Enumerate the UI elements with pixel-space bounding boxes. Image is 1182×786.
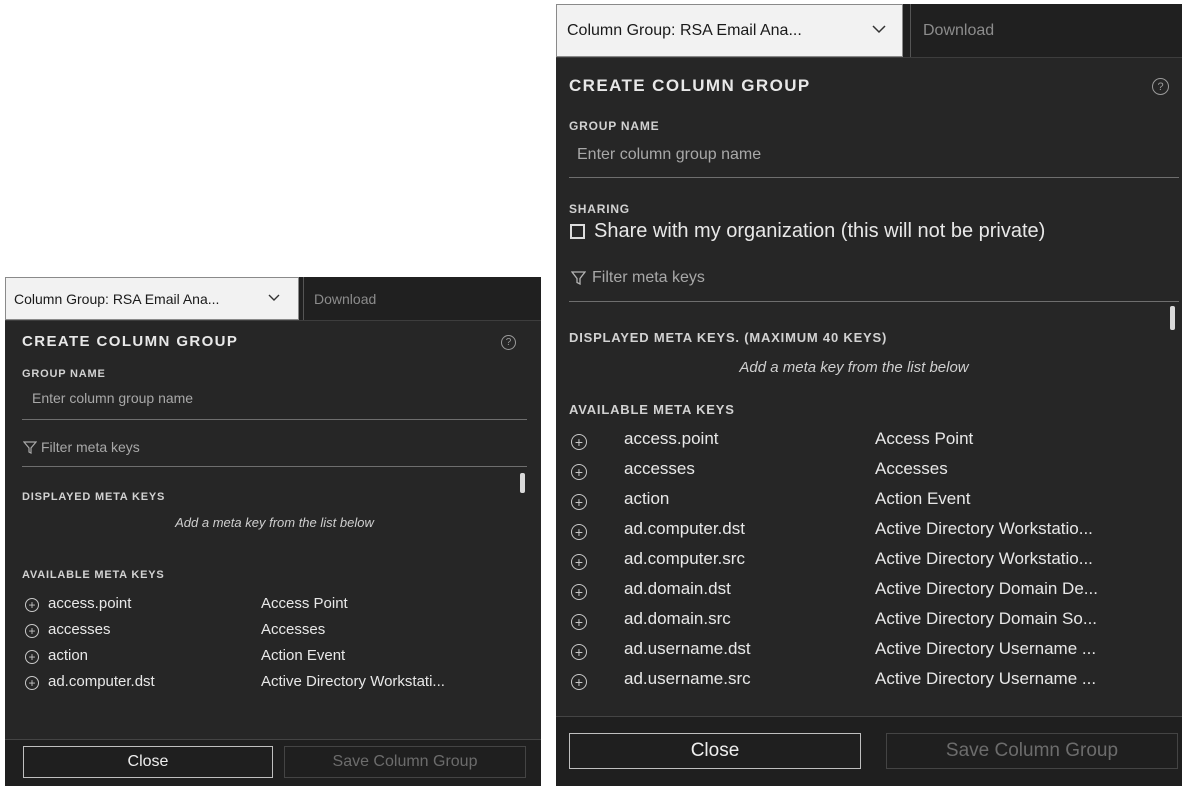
meta-key-display-name: Active Directory Workstatio... xyxy=(875,519,1093,538)
meta-key-name: action xyxy=(48,647,89,664)
filter-meta-keys-input[interactable]: Filter meta keys xyxy=(592,269,705,287)
add-circle-icon[interactable]: + xyxy=(571,554,587,570)
add-circle-icon[interactable]: + xyxy=(571,494,587,510)
checkbox-icon[interactable] xyxy=(570,224,585,239)
filter-icon xyxy=(571,271,586,285)
group-name-label: GROUP NAME xyxy=(22,368,106,380)
scrollbar-thumb[interactable] xyxy=(1170,306,1175,330)
chevron-down-icon xyxy=(268,294,280,301)
add-circle-icon[interactable]: + xyxy=(571,584,587,600)
add-circle-icon[interactable]: + xyxy=(25,650,39,664)
help-icon[interactable]: ? xyxy=(501,335,516,350)
meta-key-row[interactable]: + access.point Access Point xyxy=(556,429,1182,459)
meta-key-display-name: Active Directory Domain So... xyxy=(875,609,1098,628)
group-name-input[interactable]: Enter column group name xyxy=(577,146,761,164)
meta-key-name: accesses xyxy=(624,459,695,478)
meta-key-name: ad.computer.src xyxy=(624,549,745,568)
meta-key-display-name: Action Event xyxy=(261,647,346,664)
meta-key-display-name: Active Directory Domain De... xyxy=(875,579,1098,598)
meta-key-display-name: Accesses xyxy=(261,621,326,638)
meta-key-display-name: Active Directory Workstati... xyxy=(261,673,445,690)
meta-key-row[interactable]: + ad.username.src Active Directory Usernam… xyxy=(556,669,1182,699)
filter-underline xyxy=(22,466,527,467)
meta-key-name: accesses xyxy=(48,621,111,638)
add-circle-icon[interactable]: + xyxy=(25,676,39,690)
dialog-footer: Close Save Column Group xyxy=(5,739,541,786)
meta-key-name: ad.domain.src xyxy=(624,609,731,628)
download-menu[interactable]: Download xyxy=(303,277,541,320)
meta-key-display-name: Accesses xyxy=(875,459,948,478)
meta-key-row[interactable]: + ad.computer.dst Active Directory Worksta… xyxy=(556,519,1182,549)
meta-key-row[interactable]: + action Action Event xyxy=(5,647,541,673)
displayed-meta-keys-hint: Add a meta key from the list below xyxy=(739,359,969,376)
column-group-select[interactable]: Column Group: RSA Email Ana... xyxy=(5,277,299,320)
meta-key-row[interactable]: + access.point Access Point xyxy=(5,595,541,621)
close-button[interactable]: Close xyxy=(23,746,273,778)
meta-key-row[interactable]: + ad.domain.dst Active Directory Domain De… xyxy=(556,579,1182,609)
meta-key-name: access.point xyxy=(48,595,132,612)
dialog-footer: Close Save Column Group xyxy=(556,716,1182,786)
save-column-group-button[interactable]: Save Column Group xyxy=(886,733,1178,769)
filter-meta-keys-input[interactable]: Filter meta keys xyxy=(41,439,140,455)
displayed-meta-keys-hint: Add a meta key from the list below xyxy=(175,515,374,530)
sharing-label: SHARING xyxy=(569,202,630,216)
group-name-underline xyxy=(22,419,527,420)
chevron-down-icon xyxy=(872,25,886,34)
displayed-meta-keys-label: DISPLAYED META KEYS. (MAXIMUM 40 KEYS) xyxy=(569,330,888,345)
add-circle-icon[interactable]: + xyxy=(571,524,587,540)
add-circle-icon[interactable]: + xyxy=(571,434,587,450)
help-icon[interactable]: ? xyxy=(1152,78,1169,95)
meta-key-name: ad.username.src xyxy=(624,669,751,688)
meta-key-name: ad.domain.dst xyxy=(624,579,731,598)
meta-key-name: ad.computer.dst xyxy=(624,519,745,538)
scrollbar-thumb[interactable] xyxy=(520,473,525,493)
meta-key-display-name: Active Directory Username ... xyxy=(875,669,1097,688)
meta-key-name: ad.computer.dst xyxy=(48,673,155,690)
dialog-title: CREATE COLUMN GROUP xyxy=(569,76,811,95)
meta-key-row[interactable]: + ad.computer.dst Active Directory Worksta… xyxy=(5,673,541,699)
add-circle-icon[interactable]: + xyxy=(25,624,39,638)
group-name-label: GROUP NAME xyxy=(569,119,660,133)
add-circle-icon[interactable]: + xyxy=(571,614,587,630)
group-name-underline xyxy=(569,177,1179,178)
share-with-organization-label[interactable]: Share with my organization (this will no… xyxy=(594,220,1045,243)
meta-key-row[interactable]: + accesses Accesses xyxy=(5,621,541,647)
download-label: Download xyxy=(314,290,377,307)
create-column-group-panel-expanded: Column Group: RSA Email Ana... Download … xyxy=(556,4,1182,786)
meta-key-row[interactable]: + action Action Event xyxy=(556,489,1182,519)
meta-key-display-name: Access Point xyxy=(875,429,974,448)
meta-key-display-name: Active Directory Workstatio... xyxy=(875,549,1093,568)
displayed-meta-keys-label: DISPLAYED META KEYS xyxy=(22,491,166,503)
create-column-group-panel-compact: Column Group: RSA Email Ana... Download … xyxy=(5,277,541,786)
meta-key-display-name: Action Event xyxy=(875,489,971,508)
add-circle-icon[interactable]: + xyxy=(571,464,587,480)
add-circle-icon[interactable]: + xyxy=(25,598,39,612)
download-menu[interactable]: Download xyxy=(910,4,1182,57)
meta-key-name: ad.username.dst xyxy=(624,639,751,658)
column-group-select[interactable]: Column Group: RSA Email Ana... xyxy=(556,4,903,57)
meta-key-name: access.point xyxy=(624,429,719,448)
filter-icon xyxy=(23,441,37,454)
meta-key-display-name: Active Directory Username ... xyxy=(875,639,1097,658)
add-circle-icon[interactable]: + xyxy=(571,674,587,690)
group-name-input[interactable]: Enter column group name xyxy=(32,390,193,406)
column-group-select-label: Column Group: RSA Email Ana... xyxy=(14,290,220,307)
available-meta-keys-label: AVAILABLE META KEYS xyxy=(569,402,735,417)
meta-key-row[interactable]: + ad.domain.src Active Directory Domain So… xyxy=(556,609,1182,639)
column-group-select-label: Column Group: RSA Email Ana... xyxy=(567,21,802,39)
meta-key-row[interactable]: + ad.computer.src Active Directory Worksta… xyxy=(556,549,1182,579)
add-circle-icon[interactable]: + xyxy=(571,644,587,660)
close-button[interactable]: Close xyxy=(569,733,861,769)
meta-key-display-name: Access Point xyxy=(261,595,348,612)
toolbar: Column Group: RSA Email Ana... Download xyxy=(556,4,1182,58)
dialog-title: CREATE COLUMN GROUP xyxy=(22,333,239,350)
filter-underline xyxy=(569,301,1179,302)
toolbar: Column Group: RSA Email Ana... Download xyxy=(5,277,541,321)
available-meta-keys-label: AVAILABLE META KEYS xyxy=(22,569,165,581)
meta-key-row[interactable]: + ad.username.dst Active Directory Usernam… xyxy=(556,639,1182,669)
meta-key-name: action xyxy=(624,489,670,508)
meta-key-row[interactable]: + accesses Accesses xyxy=(556,459,1182,489)
download-label: Download xyxy=(923,21,995,39)
save-column-group-button[interactable]: Save Column Group xyxy=(284,746,526,778)
